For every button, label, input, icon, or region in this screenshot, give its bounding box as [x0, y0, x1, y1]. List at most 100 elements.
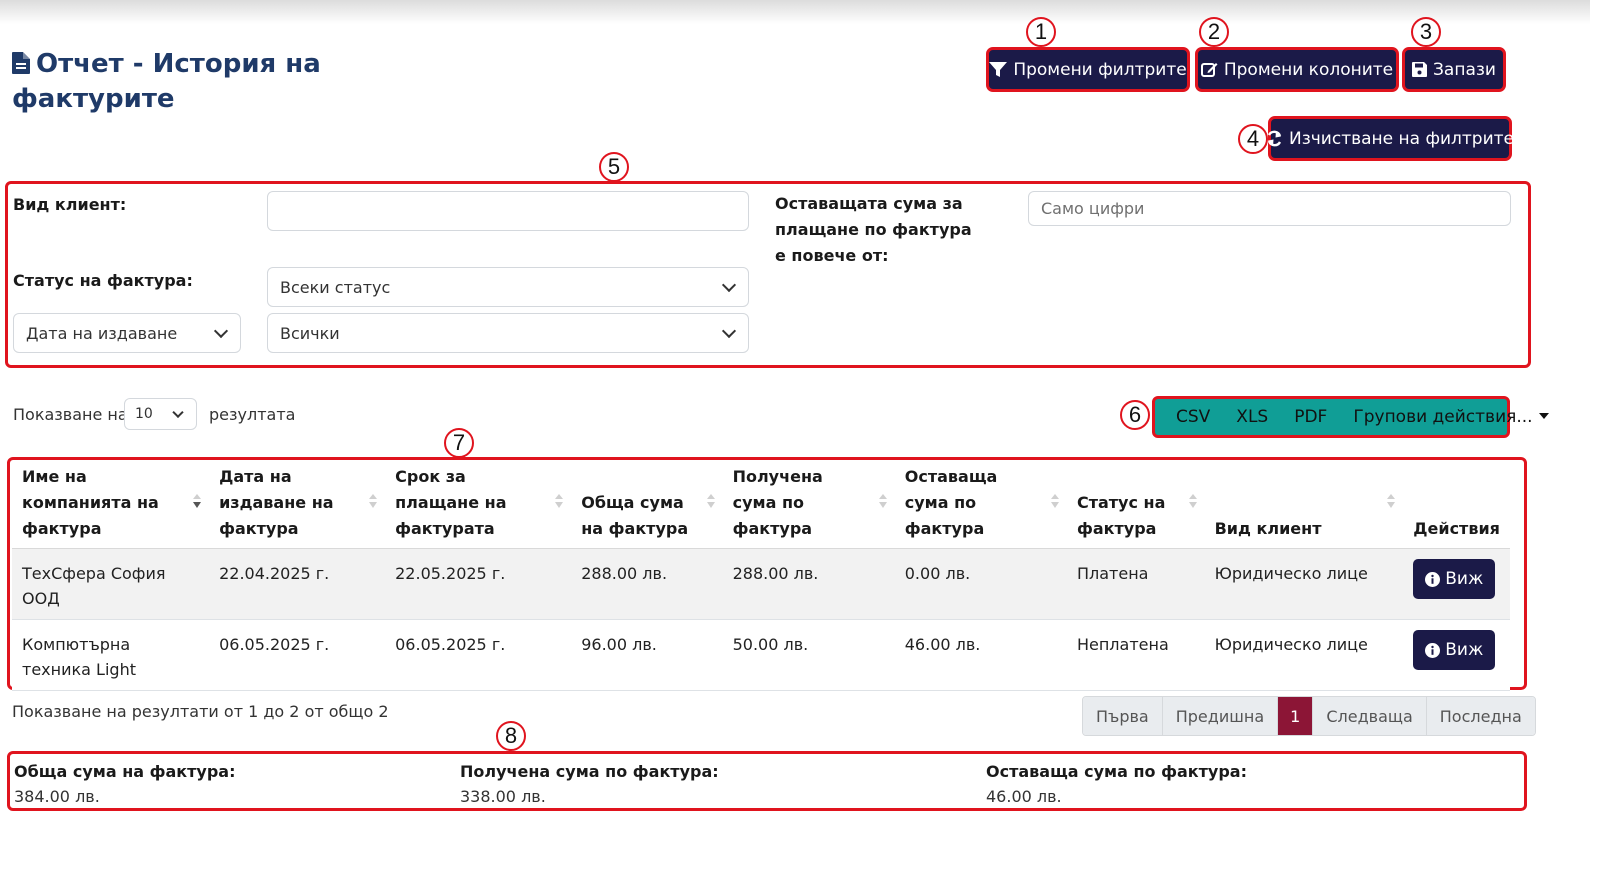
document-icon: [12, 50, 30, 83]
summary-total-value: 384.00 лв.: [14, 787, 100, 806]
sort-icon: [369, 494, 378, 508]
invoice-status-select[interactable]: Всеки статус: [267, 267, 749, 307]
sort-icon: [1188, 494, 1197, 508]
date-range-value: Всички: [280, 323, 340, 343]
date-range-select[interactable]: Всички: [267, 313, 749, 353]
table-row: ТехСфера София ООД 22.04.2025 г. 22.05.2…: [12, 548, 1510, 620]
pagination-prev[interactable]: Предишна: [1162, 697, 1279, 735]
cell-received: 288.00 лв.: [722, 548, 895, 620]
column-header-total[interactable]: Обща сума на фактура: [571, 460, 723, 549]
group-actions-dropdown[interactable]: Групови действия...: [1340, 407, 1561, 427]
annotation-marker-8: 8: [496, 721, 526, 751]
save-label: Запази: [1433, 59, 1496, 80]
invoices-table: Име на компанията на фактура Дата на изд…: [12, 460, 1510, 691]
cell-company: Компютърна техника Light: [12, 619, 210, 691]
cell-received: 50.00 лв.: [722, 619, 895, 691]
chevron-down-icon: [721, 323, 737, 339]
chevron-down-icon: [213, 323, 229, 339]
invoice-status-label: Статус на фактура:: [13, 271, 193, 290]
cell-company: ТехСфера София ООД: [12, 548, 210, 620]
cell-issue-date: 22.04.2025 г.: [209, 548, 386, 620]
chevron-down-icon: [172, 406, 184, 419]
column-header-label: Вид клиент: [1214, 519, 1322, 538]
summary-received-value: 338.00 лв.: [460, 787, 546, 806]
cell-actions: Виж: [1403, 548, 1510, 620]
change-filters-button[interactable]: Промени филтрите: [986, 47, 1190, 92]
change-columns-label: Промени колоните: [1223, 59, 1394, 80]
show-prefix-text: Показване на: [13, 405, 128, 424]
refresh-icon: [1267, 130, 1282, 147]
cell-issue-date: 06.05.2025 г.: [209, 619, 386, 691]
date-type-value: Дата на издаване: [26, 323, 178, 343]
top-bar: [0, 0, 1590, 24]
export-pdf-button[interactable]: PDF: [1281, 407, 1340, 427]
summary-remaining-value: 46.00 лв.: [986, 787, 1062, 806]
cell-due-date: 06.05.2025 г.: [385, 619, 572, 691]
export-csv-button[interactable]: CSV: [1163, 407, 1223, 427]
page-size-select[interactable]: 10: [124, 398, 197, 430]
column-header-due-date[interactable]: Срок за плащане на фактурата: [385, 460, 572, 549]
annotation-marker-2: 2: [1199, 17, 1229, 47]
view-button[interactable]: Виж: [1413, 630, 1496, 670]
page-size-value: 10: [135, 406, 153, 422]
pagination-next[interactable]: Следваща: [1313, 697, 1427, 735]
cell-client-type: Юридическо лице: [1204, 548, 1404, 620]
annotation-marker-4: 4: [1238, 124, 1268, 154]
cell-client-type: Юридическо лице: [1204, 619, 1404, 691]
cell-total: 288.00 лв.: [571, 548, 723, 620]
sort-icon: [706, 494, 715, 508]
edit-icon: [1200, 63, 1218, 77]
cell-remaining: 46.00 лв.: [894, 619, 1067, 691]
column-header-label: Оставаща сума по фактура: [904, 467, 998, 538]
summary-remaining-label: Оставаща сума по фактура:: [986, 762, 1247, 781]
column-header-issue-date[interactable]: Дата на издаване на фактура: [209, 460, 386, 549]
pagination-last[interactable]: Последна: [1426, 697, 1535, 735]
cell-status: Платена: [1066, 548, 1205, 620]
page-title-text: Отчет - История на фактурите: [12, 49, 321, 114]
column-header-client-type[interactable]: Вид клиент: [1204, 460, 1404, 549]
export-xls-button[interactable]: XLS: [1223, 407, 1281, 427]
results-info: Показване на резултати от 1 до 2 от общо…: [12, 702, 389, 721]
annotation-marker-5: 5: [599, 152, 629, 182]
client-type-label: Вид клиент:: [13, 195, 127, 214]
column-header-remaining[interactable]: Оставаща сума по фактура: [894, 460, 1067, 549]
remaining-amount-label: Оставащата сума за плащане по фактура е …: [775, 194, 972, 265]
table-row: Компютърна техника Light 06.05.2025 г. 0…: [12, 619, 1510, 691]
view-button-label: Виж: [1445, 568, 1484, 589]
sort-icon: [1050, 494, 1059, 508]
export-toolbar: CSV XLS PDF Групови действия...: [1152, 396, 1549, 438]
sort-desc-icon: [193, 494, 202, 508]
column-header-label: Статус на фактура: [1076, 493, 1166, 538]
column-header-label: Обща сума на фактура: [581, 493, 689, 538]
pagination-first[interactable]: Първа: [1083, 697, 1163, 735]
column-header-label: Дата на издаване на фактура: [219, 467, 334, 538]
column-header-label: Срок за плащане на фактурата: [395, 467, 507, 538]
column-header-status[interactable]: Статус на фактура: [1066, 460, 1205, 549]
table-header-row: Име на компанията на фактура Дата на изд…: [12, 460, 1510, 549]
client-type-input[interactable]: [267, 191, 749, 231]
column-header-received[interactable]: Получена сума по фактура: [722, 460, 895, 549]
cell-status: Неплатена: [1066, 619, 1205, 691]
cell-total: 96.00 лв.: [571, 619, 723, 691]
info-icon: [1425, 642, 1441, 658]
remaining-amount-input[interactable]: Само цифри: [1028, 191, 1511, 226]
change-columns-button[interactable]: Промени колоните: [1195, 47, 1399, 92]
view-button-label: Виж: [1445, 639, 1484, 660]
clear-filters-label: Изчистване на филтрите: [1289, 128, 1515, 149]
column-header-company[interactable]: Име на компанията на фактура: [12, 460, 210, 549]
date-type-select[interactable]: Дата на издаване: [13, 313, 241, 353]
filter-icon: [989, 61, 1008, 77]
clear-filters-button[interactable]: Изчистване на филтрите: [1267, 116, 1515, 161]
chevron-down-icon: [721, 277, 737, 293]
info-icon: [1425, 571, 1441, 587]
save-button[interactable]: Запази: [1402, 47, 1506, 92]
cell-actions: Виж: [1403, 619, 1510, 691]
view-button[interactable]: Виж: [1413, 559, 1496, 599]
change-filters-label: Промени филтрите: [1013, 59, 1187, 80]
pagination-page-1[interactable]: 1: [1278, 697, 1314, 735]
column-header-actions: Действия: [1403, 460, 1510, 549]
show-suffix-text: резултата: [209, 405, 296, 424]
summary-received-label: Получена сума по фактура:: [460, 762, 719, 781]
cell-due-date: 22.05.2025 г.: [385, 548, 572, 620]
invoice-status-value: Всеки статус: [280, 277, 391, 297]
